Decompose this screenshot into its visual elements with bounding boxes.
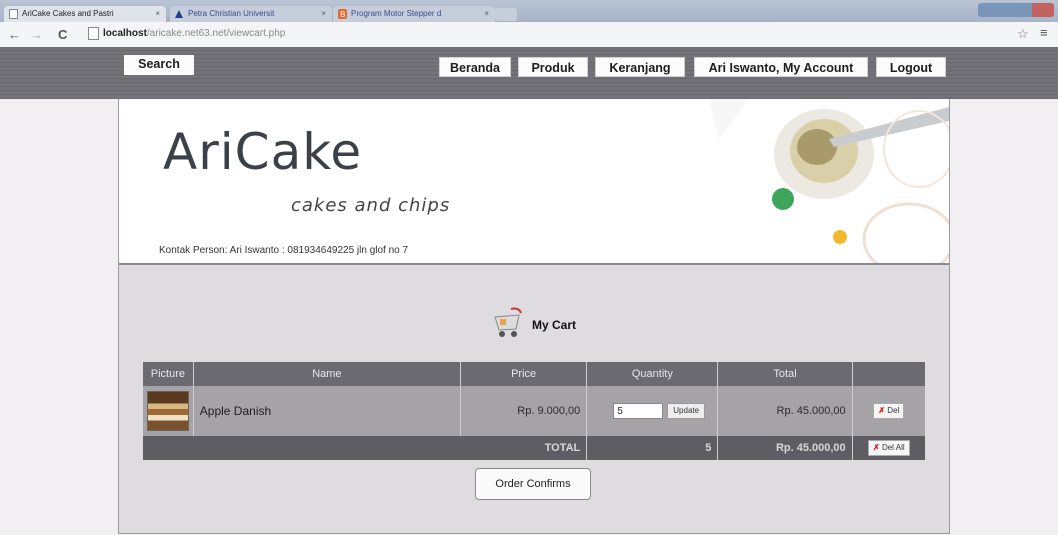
tab-label: Petra Christian Universit bbox=[188, 9, 275, 18]
browser-tab-petra[interactable]: Petra Christian Universit × bbox=[170, 6, 332, 22]
nav-beranda[interactable]: Beranda bbox=[439, 57, 511, 77]
browser-tab-aricake[interactable]: AriCake Cakes and Pastri × bbox=[4, 6, 166, 22]
url-path: /aricake.net63.net/viewcart.php bbox=[146, 28, 286, 39]
svg-text:B: B bbox=[340, 10, 346, 19]
page-icon bbox=[9, 9, 18, 19]
cart-table: Picture Name Price Quantity Total Apple … bbox=[143, 362, 925, 460]
nav-logout[interactable]: Logout bbox=[876, 57, 946, 77]
column-header-picture: Picture bbox=[143, 362, 194, 386]
total-quantity: 5 bbox=[586, 436, 719, 460]
site-tagline: cakes and chips bbox=[291, 195, 451, 216]
close-tab-icon[interactable]: × bbox=[484, 6, 489, 22]
document-icon bbox=[88, 26, 99, 40]
delete-x-icon: ✗ bbox=[878, 406, 888, 415]
site-header: AriCake cakes and chips Kontak Person: A… bbox=[119, 99, 949, 265]
total-label: TOTAL bbox=[143, 436, 588, 460]
column-header-total: Total bbox=[717, 362, 853, 386]
browser-tab-motor-stepper[interactable]: B Program Motor Stepper d × bbox=[333, 6, 495, 22]
column-header-quantity: Quantity bbox=[586, 362, 719, 386]
tab-label: AriCake Cakes and Pastri bbox=[22, 9, 114, 18]
close-tab-icon[interactable]: × bbox=[155, 6, 160, 22]
product-thumbnail bbox=[146, 391, 189, 431]
column-header-price: Price bbox=[460, 362, 588, 386]
window-close-button[interactable] bbox=[1032, 3, 1054, 17]
main-container: AriCake cakes and chips Kontak Person: A… bbox=[118, 99, 950, 534]
site-logo[interactable]: AriCake bbox=[163, 123, 362, 181]
menu-icon[interactable]: ≡ bbox=[1040, 25, 1048, 40]
site-nav-bar: Search Beranda Produk Keranjang Ari Iswa… bbox=[0, 47, 1058, 99]
product-total: Rp. 45.000,00 bbox=[717, 386, 853, 436]
blogger-favicon-icon: B bbox=[338, 9, 347, 19]
address-bar: ← → C localhost/aricake.net63.net/viewca… bbox=[0, 22, 1058, 48]
delete-all-label: Del All bbox=[881, 443, 905, 452]
order-confirm-button[interactable]: Order Confirms bbox=[475, 468, 591, 500]
delete-all-cell: ✗ Del All bbox=[852, 436, 925, 460]
url-host: localhost bbox=[103, 28, 147, 39]
column-header-actions bbox=[852, 362, 925, 386]
delete-x-icon: ✗ bbox=[873, 443, 882, 452]
nav-my-account[interactable]: Ari Iswanto, My Account bbox=[694, 57, 868, 77]
window-controls bbox=[978, 3, 1054, 17]
product-name: Apple Danish bbox=[193, 386, 461, 436]
quantity-input[interactable]: 5 bbox=[613, 403, 664, 419]
bookmark-star-icon[interactable]: ☆ bbox=[1017, 26, 1029, 42]
product-price: Rp. 9.000,00 bbox=[460, 386, 588, 436]
nav-produk[interactable]: Produk bbox=[518, 57, 588, 77]
column-header-name: Name bbox=[193, 362, 461, 386]
delete-button[interactable]: ✗ Del bbox=[873, 403, 905, 419]
total-amount: Rp. 45.000,00 bbox=[717, 436, 853, 460]
tab-label: Program Motor Stepper d bbox=[351, 9, 442, 18]
header-decoration-image bbox=[709, 99, 949, 263]
nav-keranjang[interactable]: Keranjang bbox=[595, 57, 685, 77]
browser-tab-bar: AriCake Cakes and Pastri × Petra Christi… bbox=[0, 0, 1058, 22]
update-button[interactable]: Update bbox=[667, 403, 706, 419]
table-row: Apple Danish Rp. 9.000,00 5 Update Rp. 45… bbox=[143, 386, 925, 436]
close-tab-icon[interactable]: × bbox=[321, 6, 326, 22]
forward-arrow-icon[interactable]: → bbox=[30, 27, 43, 42]
search-button[interactable]: Search bbox=[124, 55, 194, 75]
reload-icon[interactable]: C bbox=[58, 27, 67, 42]
total-row: TOTAL 5 Rp. 45.000,00 ✗ Del All bbox=[143, 436, 925, 460]
contact-info: Kontak Person: Ari Iswanto : 08193464922… bbox=[159, 245, 409, 256]
petra-favicon-icon bbox=[175, 9, 184, 19]
product-picture-cell bbox=[143, 386, 194, 436]
quantity-cell: 5 Update bbox=[586, 386, 719, 436]
new-tab-button[interactable] bbox=[495, 8, 517, 21]
delete-cell: ✗ Del bbox=[852, 386, 925, 436]
shopping-cart-icon bbox=[494, 307, 522, 337]
delete-label: Del bbox=[887, 406, 900, 415]
url-field[interactable]: localhost/aricake.net63.net/viewcart.php bbox=[88, 26, 1008, 42]
back-arrow-icon[interactable]: ← bbox=[8, 27, 21, 42]
delete-all-button[interactable]: ✗ Del All bbox=[868, 440, 910, 456]
cart-title: My Cart bbox=[532, 318, 577, 332]
